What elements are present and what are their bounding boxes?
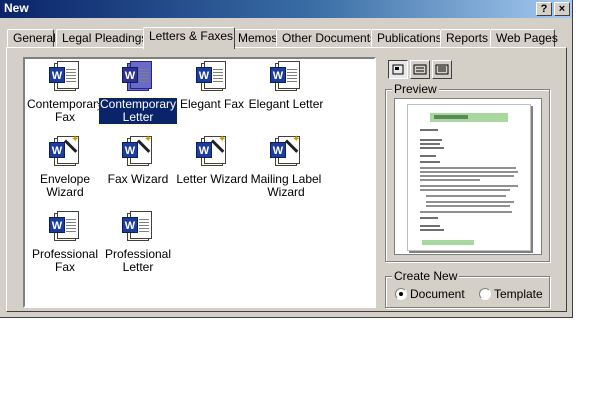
list-item[interactable]: ✦ W Letter Wizard [173, 134, 251, 186]
item-label: Mailing Label Wizard [250, 172, 322, 199]
list-item[interactable]: ✦ W Mailing Label Wizard [247, 134, 325, 199]
list-view-button[interactable] [410, 60, 430, 79]
item-label: Envelope Wizard [39, 172, 91, 199]
list-item[interactable]: W Elegant Fax [173, 61, 251, 111]
word-template-icon: W [196, 61, 228, 93]
word-wizard-icon: ✦ W [122, 134, 154, 168]
word-template-icon: W [122, 61, 154, 93]
item-label: Contemporary Fax [27, 97, 104, 124]
letter-preview-image [420, 113, 518, 245]
list-item[interactable]: W Contemporary Fax [26, 61, 104, 124]
list-item[interactable]: W Elegant Letter [247, 61, 325, 111]
word-wizard-icon: ✦ W [196, 134, 228, 168]
list-item-selected[interactable]: W Contemporary Letter [97, 61, 179, 125]
template-radio-label[interactable]: Template [494, 287, 543, 301]
item-label: Fax Wizard [107, 172, 169, 186]
list-icon [413, 64, 427, 75]
document-radio-label[interactable]: Document [410, 287, 465, 301]
close-button[interactable]: × [554, 2, 570, 16]
word-template-icon: W [49, 61, 81, 93]
item-label: Professional Fax [31, 247, 99, 274]
item-label: Elegant Fax [179, 97, 245, 111]
word-template-icon: W [270, 61, 302, 93]
tab-web-pages[interactable]: Web Pages [490, 29, 558, 47]
preview-label: Preview [392, 82, 439, 96]
tab-legal-pleadings[interactable]: Legal Pleadings [56, 29, 147, 47]
template-list[interactable]: W Contemporary Fax W Contemporary Letter W… [23, 57, 376, 308]
template-radio[interactable] [479, 288, 491, 300]
list-item[interactable]: ✦ W Envelope Wizard [26, 134, 104, 199]
tab-memos[interactable]: Memos [232, 29, 277, 47]
details-view-button[interactable] [432, 60, 452, 79]
tab-letters-faxes[interactable]: Letters & Faxes [143, 27, 235, 49]
item-label: Professional Letter [104, 247, 172, 274]
word-template-icon: W [122, 211, 154, 243]
title-bar[interactable]: New ? × [0, 0, 572, 18]
item-label: Contemporary Letter [97, 97, 179, 125]
tab-publications[interactable]: Publications [371, 29, 442, 47]
radio-selected-dot [399, 292, 403, 296]
document-radio[interactable] [395, 288, 407, 300]
template-preview [394, 98, 542, 255]
list-item[interactable]: W Professional Fax [26, 211, 104, 274]
word-template-icon: W [49, 211, 81, 243]
tab-reports[interactable]: Reports [440, 29, 491, 47]
large-icons-icon [392, 64, 404, 75]
help-button[interactable]: ? [536, 2, 552, 16]
new-dialog: New ? × General Legal Pleadings Letters … [0, 0, 573, 318]
create-new-label: Create New [392, 269, 460, 283]
large-icons-view-button[interactable] [388, 60, 408, 79]
item-label: Elegant Letter [248, 97, 324, 111]
preview-page-thumbnail [407, 104, 531, 251]
list-item[interactable]: W Professional Letter [99, 211, 177, 274]
details-icon [435, 64, 449, 75]
item-label: Letter Wizard [176, 172, 248, 186]
word-wizard-icon: ✦ W [49, 134, 81, 168]
word-wizard-icon: ✦ W [270, 134, 302, 168]
tab-other-documents[interactable]: Other Documents [276, 29, 376, 47]
list-item[interactable]: ✦ W Fax Wizard [99, 134, 177, 186]
window-title: New [4, 1, 29, 15]
tab-general[interactable]: General [7, 29, 56, 47]
